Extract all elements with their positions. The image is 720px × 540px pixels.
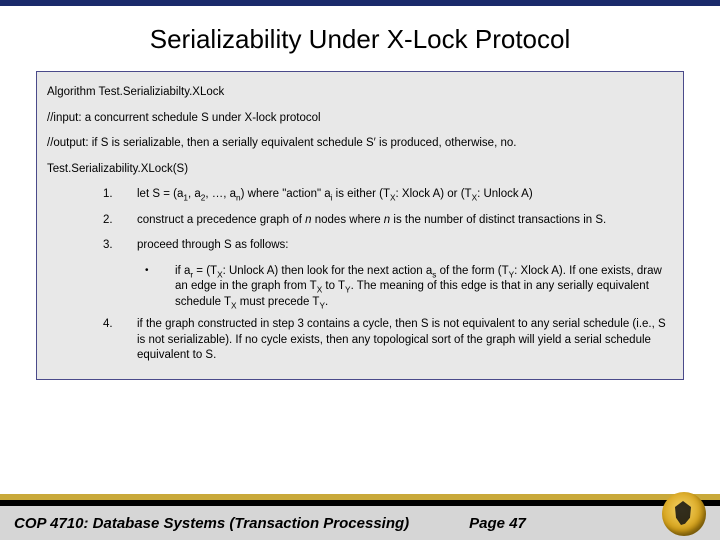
step-body: let S = (a1, a2, …, an) where "action" a… — [137, 187, 673, 203]
footer-bar: COP 4710: Database Systems (Transaction … — [0, 506, 720, 540]
step-1: 1. let S = (a1, a2, …, an) where "action… — [103, 182, 673, 208]
footer: COP 4710: Database Systems (Transaction … — [0, 494, 720, 540]
step-body: construct a precedence graph of n nodes … — [137, 213, 673, 229]
step-3: 3. proceed through S as follows: — [103, 233, 673, 259]
university-logo-icon — [662, 492, 706, 536]
footer-course: COP 4710: Database Systems (Transaction … — [14, 515, 409, 532]
step-number: 4. — [103, 317, 137, 364]
step-body: proceed through S as follows: — [137, 238, 673, 254]
step-2: 2. construct a precedence graph of n nod… — [103, 208, 673, 234]
step-number: 3. — [103, 238, 137, 254]
step-3-bullet: • if ar = (TX: Unlock A) then look for t… — [103, 259, 673, 313]
input-line: //input: a concurrent schedule S under X… — [47, 106, 673, 132]
bullet-body: if ar = (TX: Unlock A) then look for the… — [175, 264, 673, 311]
output-prefix: //output: if S is serializable, then a s… — [47, 137, 374, 149]
step-4: 4. if the graph constructed in step 3 co… — [103, 312, 673, 369]
algorithm-box: Algorithm Test.Serializiabilty.XLock //i… — [36, 71, 684, 380]
output-suffix: is produced, otherwise, no. — [376, 137, 517, 149]
output-line: //output: if S is serializable, then a s… — [47, 131, 673, 157]
call-line: Test.Serializability.XLock(S) — [47, 157, 673, 183]
step-list: 1. let S = (a1, a2, …, an) where "action… — [47, 182, 673, 369]
step-number: 2. — [103, 213, 137, 229]
step-number: 1. — [103, 187, 137, 203]
bullet-icon: • — [145, 264, 175, 311]
slide-title: Serializability Under X-Lock Protocol — [0, 6, 720, 71]
algorithm-heading: Algorithm Test.Serializiabilty.XLock — [47, 80, 673, 106]
footer-page: Page 47 — [469, 515, 526, 532]
step-body: if the graph constructed in step 3 conta… — [137, 317, 673, 364]
